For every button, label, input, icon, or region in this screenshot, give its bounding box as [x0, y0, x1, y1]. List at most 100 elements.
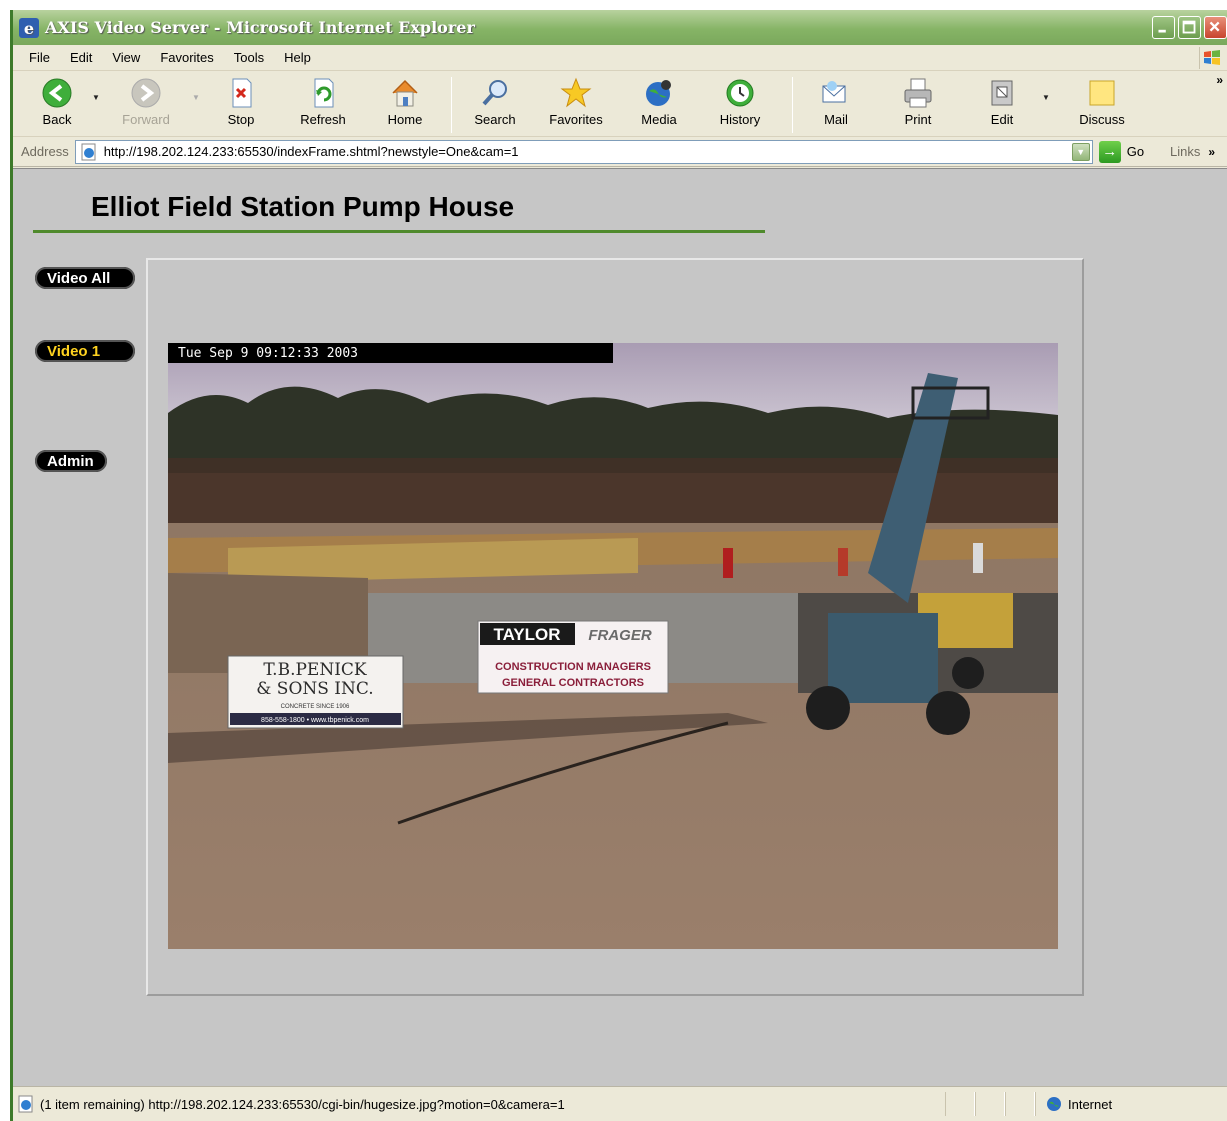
forward-label: Forward — [122, 112, 170, 127]
media-globe-icon — [646, 80, 671, 106]
security-zone: Internet — [1035, 1092, 1227, 1116]
address-bar: Address http://198.202.124.233:65530/ind… — [13, 137, 1227, 167]
stop-label: Stop — [227, 112, 255, 127]
internet-globe-icon — [1047, 1097, 1061, 1111]
penick-sign-line3: CONCRETE SINCE 1906 — [281, 704, 350, 710]
status-cell — [945, 1092, 975, 1116]
menu-edit[interactable]: Edit — [60, 50, 102, 65]
refresh-button[interactable]: Refresh — [279, 77, 367, 133]
go-arrow-icon: → — [1098, 140, 1121, 163]
page-icon — [81, 143, 96, 160]
nav-admin-button[interactable]: Admin — [35, 450, 107, 472]
home-label: Home — [387, 112, 423, 127]
penick-sign-line1: T.B.PENICK — [263, 660, 367, 680]
camera-image: T.B.PENICK & SONS INC. CONCRETE SINCE 19… — [168, 343, 1058, 949]
home-icon — [392, 79, 418, 107]
toolbar-separator — [792, 77, 793, 133]
penick-sign-line2: & SONS INC. — [256, 679, 373, 699]
history-button[interactable]: History — [696, 77, 784, 133]
status-text: (1 item remaining) http://198.202.124.23… — [40, 1096, 565, 1112]
close-button[interactable] — [1204, 16, 1227, 39]
menu-help[interactable]: Help — [274, 50, 321, 65]
taylor-sign-sub1: CONSTRUCTION MANAGERS — [495, 661, 651, 673]
page-content: Elliot Field Station Pump House Video Al… — [13, 168, 1227, 1086]
standard-toolbar: Back ▼ Forward ▼ Stop Refresh Home Searc… — [13, 71, 1227, 137]
refresh-label: Refresh — [300, 112, 346, 127]
go-label: Go — [1126, 144, 1145, 159]
menu-favorites[interactable]: Favorites — [150, 50, 223, 65]
zone-label: Internet — [1068, 1096, 1113, 1112]
loading-page-icon — [18, 1095, 33, 1113]
forward-arrow-icon — [131, 78, 161, 108]
menu-bar: File Edit View Favorites Tools Help — [13, 45, 1227, 71]
address-input[interactable]: http://198.202.124.233:65530/indexFrame.… — [74, 139, 1093, 164]
nav-video-all-button[interactable]: Video All — [35, 267, 135, 289]
browser-window: e AXIS Video Server - Microsoft Internet… — [10, 10, 1227, 1121]
history-icon — [726, 79, 754, 107]
status-cell — [975, 1092, 1005, 1116]
construction-site-scene: T.B.PENICK & SONS INC. CONCRETE SINCE 19… — [168, 343, 1058, 949]
discuss-button[interactable]: Discuss — [1053, 77, 1151, 133]
printer-icon — [904, 78, 932, 108]
back-button[interactable]: Back — [25, 77, 89, 133]
edit-page-icon — [991, 80, 1013, 106]
taylor-sign-name-a: TAYLOR — [493, 625, 560, 644]
menu-view[interactable]: View — [102, 50, 150, 65]
links-label: Links — [1170, 144, 1201, 159]
address-url: http://198.202.124.233:65530/indexFrame.… — [103, 144, 519, 159]
nav-video-1-button[interactable]: Video 1 — [35, 340, 135, 362]
toolbar-overflow-chevron[interactable]: » — [1216, 73, 1223, 87]
penick-sign-line4: 858-558-1800 • www.tbpenick.com — [261, 717, 369, 724]
taylor-sign-sub2: GENERAL CONTRACTORS — [502, 677, 644, 689]
title-underline — [33, 230, 765, 233]
home-button[interactable]: Home — [367, 77, 443, 133]
minimize-button[interactable] — [1152, 16, 1175, 39]
video-timestamp: Tue Sep 9 09:12:33 2003 — [168, 343, 613, 363]
edit-button[interactable]: Edit — [965, 77, 1039, 133]
forward-button[interactable]: Forward — [103, 77, 189, 133]
print-label: Print — [904, 112, 932, 127]
back-arrow-icon — [42, 78, 72, 108]
go-button[interactable]: → Go — [1098, 140, 1145, 163]
favorites-label: Favorites — [549, 112, 603, 127]
media-button[interactable]: Media — [622, 77, 696, 133]
edit-label: Edit — [990, 112, 1014, 127]
mail-label: Mail — [824, 112, 848, 127]
print-button[interactable]: Print — [871, 77, 965, 133]
refresh-icon — [314, 78, 334, 108]
windows-logo-icon — [1199, 46, 1223, 69]
stop-button[interactable]: Stop — [203, 77, 279, 133]
status-message: (1 item remaining) http://198.202.124.23… — [13, 1095, 945, 1113]
mail-icon — [822, 81, 846, 103]
links-chevron-icon: » — [1208, 144, 1216, 159]
svg-text:e: e — [24, 19, 34, 38]
status-cell — [1005, 1092, 1035, 1116]
favorites-button[interactable]: Favorites — [530, 77, 622, 133]
menu-tools[interactable]: Tools — [224, 50, 274, 65]
status-bar: (1 item remaining) http://198.202.124.23… — [13, 1086, 1227, 1121]
ie-logo-icon: e — [19, 17, 39, 38]
back-dropdown-arrow[interactable]: ▼ — [89, 77, 103, 117]
maximize-button[interactable] — [1178, 16, 1201, 39]
title-bar: e AXIS Video Server - Microsoft Internet… — [13, 10, 1227, 45]
toolbar-separator — [451, 77, 452, 133]
search-label: Search — [474, 112, 516, 127]
menu-file[interactable]: File — [19, 50, 60, 65]
stop-icon — [232, 78, 252, 108]
search-button[interactable]: Search — [460, 77, 530, 133]
back-label: Back — [42, 112, 72, 127]
address-dropdown-button[interactable]: ▼ — [1071, 142, 1090, 161]
window-title: AXIS Video Server - Microsoft Internet E… — [45, 18, 475, 37]
mail-button[interactable]: Mail — [801, 77, 871, 133]
edit-dropdown-arrow[interactable]: ▼ — [1039, 77, 1053, 117]
search-icon — [482, 80, 507, 106]
media-label: Media — [641, 112, 677, 127]
forward-dropdown-arrow[interactable]: ▼ — [189, 77, 203, 117]
discuss-label: Discuss — [1079, 112, 1125, 127]
discuss-note-icon — [1089, 80, 1115, 106]
page-title: Elliot Field Station Pump House — [91, 191, 515, 222]
address-label: Address — [21, 144, 69, 159]
links-toolbar[interactable]: Links » — [1170, 144, 1215, 159]
taylor-sign-name-b: FRAGER — [588, 627, 652, 644]
history-label: History — [719, 112, 761, 127]
